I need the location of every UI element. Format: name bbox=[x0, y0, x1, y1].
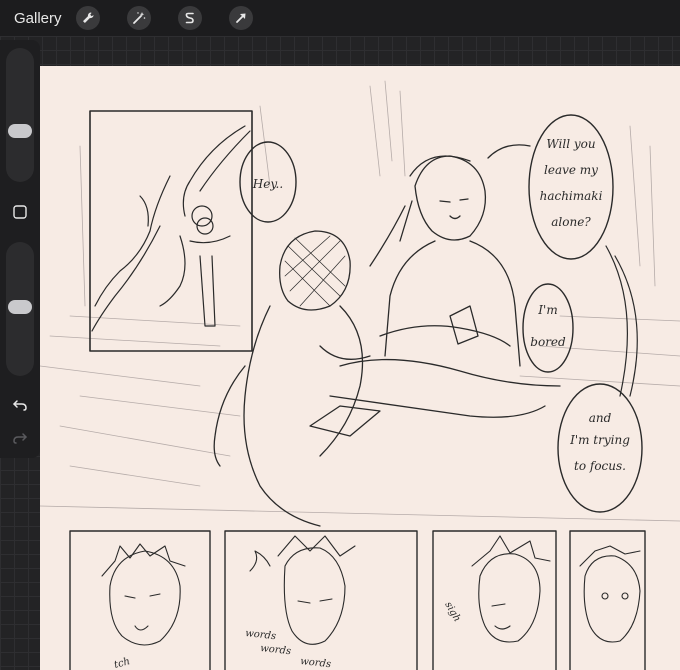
bubble-text-will-4: alone? bbox=[551, 215, 591, 229]
hand-drawing bbox=[91, 125, 251, 332]
opacity-thumb[interactable] bbox=[8, 300, 32, 314]
redo-icon bbox=[13, 433, 27, 444]
sfx-tch: tch bbox=[113, 656, 131, 670]
seated-character bbox=[329, 155, 561, 418]
redo-button[interactable] bbox=[10, 428, 30, 448]
bubble-text-bored-1: I'm bbox=[537, 303, 557, 317]
speech-bubble-focus bbox=[557, 383, 643, 513]
panel-hand bbox=[89, 110, 253, 352]
bubble-text-will-3: hachimaki bbox=[540, 189, 603, 203]
lower-panel-faces bbox=[101, 535, 641, 646]
sfx-words-3: words bbox=[300, 656, 332, 670]
foreground-character bbox=[213, 230, 381, 527]
magic-wand-icon bbox=[132, 12, 145, 24]
transform-button[interactable] bbox=[228, 6, 253, 30]
sfx-words-2: words bbox=[260, 643, 292, 657]
adjustments-button[interactable] bbox=[126, 6, 151, 30]
bubble-text-will-1: Will you bbox=[546, 137, 595, 151]
drawing-canvas[interactable]: Hey.. Will you leave my hachimaki alone?… bbox=[40, 66, 680, 670]
wrench-icon bbox=[82, 12, 94, 23]
bubble-text-focus-2: I'm trying bbox=[569, 433, 630, 447]
actions-button[interactable] bbox=[75, 6, 100, 30]
speech-bubble-bored bbox=[522, 283, 574, 373]
undo-icon bbox=[13, 400, 27, 411]
bubble-text-focus-3: to focus. bbox=[574, 459, 626, 473]
bubble-text-bored-2: bored bbox=[530, 335, 566, 349]
selection-s-icon bbox=[185, 12, 194, 24]
modify-square-icon bbox=[13, 205, 27, 219]
gallery-button[interactable]: Gallery bbox=[14, 10, 62, 27]
bubble-text-hey: Hey.. bbox=[252, 177, 283, 191]
transform-arrow-icon bbox=[235, 13, 246, 23]
opacity-slider[interactable] bbox=[6, 242, 34, 376]
brush-size-slider[interactable] bbox=[6, 48, 34, 182]
left-sidebar bbox=[0, 40, 40, 458]
undo-button[interactable] bbox=[10, 395, 30, 415]
top-toolbar: Gallery bbox=[0, 0, 680, 36]
sfx-sigh: sigh bbox=[442, 600, 462, 624]
bubble-text-focus-1: and bbox=[589, 411, 612, 425]
bubble-text-will-2: leave my bbox=[544, 163, 598, 177]
brush-size-thumb[interactable] bbox=[8, 124, 32, 138]
comic-sketch: Hey.. Will you leave my hachimaki alone?… bbox=[40, 80, 680, 670]
sfx-words-1: words bbox=[245, 628, 277, 642]
selection-button[interactable] bbox=[177, 6, 202, 30]
modify-button[interactable] bbox=[10, 202, 30, 222]
